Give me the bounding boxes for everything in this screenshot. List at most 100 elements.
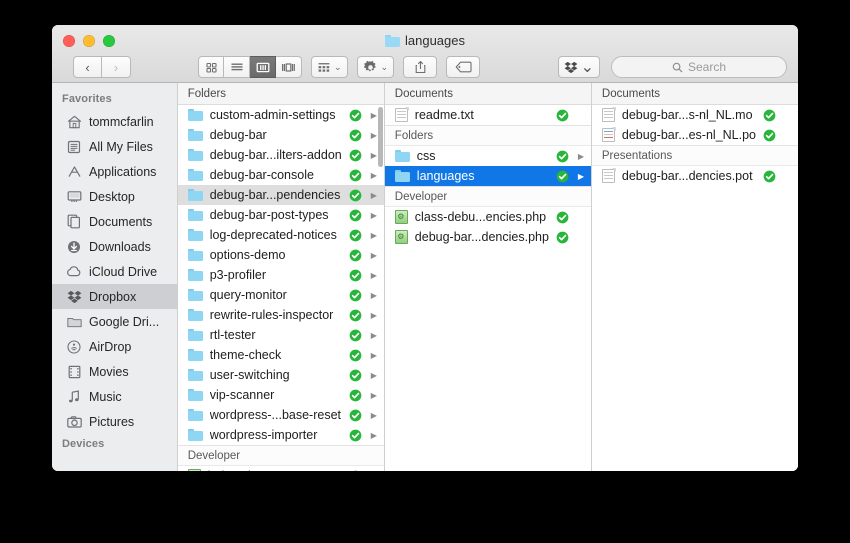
sidebar-item-google-dri[interactable]: Google Dri...	[52, 309, 177, 334]
sidebar-item-downloads[interactable]: Downloads	[52, 234, 177, 259]
disclosure-arrow-icon[interactable]: ▶	[369, 291, 379, 300]
movies-icon	[68, 365, 80, 378]
back-button[interactable]: ‹	[73, 56, 102, 78]
sidebar-item-label: Documents	[89, 214, 153, 229]
forward-button[interactable]: ›	[102, 56, 131, 78]
coverflow-view-button[interactable]	[276, 56, 302, 78]
disclosure-arrow-icon[interactable]: ▶	[369, 311, 379, 320]
disclosure-arrow-icon[interactable]: ▶	[576, 152, 586, 161]
sidebar-item-tommcfarlin[interactable]: tommcfarlin	[52, 109, 177, 134]
disclosure-arrow-icon[interactable]: ▶	[369, 331, 379, 340]
file-row[interactable]: debug-bar...s-nl_NL.mo	[592, 105, 798, 125]
sync-status-badge	[556, 231, 569, 244]
sidebar-item-dropbox[interactable]: Dropbox	[52, 284, 177, 309]
disclosure-arrow-icon[interactable]: ▶	[576, 172, 586, 181]
downloads-icon	[66, 239, 82, 255]
file-row[interactable]: debug-bar...es-nl_NL.po	[592, 125, 798, 145]
file-row[interactable]: log-deprecated-notices ▶	[178, 225, 384, 245]
sidebar-item-pictures[interactable]: Pictures	[52, 409, 177, 434]
file-name: vip-scanner	[209, 388, 275, 402]
airdrop-icon	[66, 339, 82, 355]
action-menu-button[interactable]: ⌄	[356, 56, 395, 78]
sync-status-badge	[349, 209, 362, 222]
sidebar-section-header: Favorites	[62, 93, 112, 105]
sidebar-item-music[interactable]: Music	[52, 384, 177, 409]
disclosure-arrow-icon[interactable]: ▶	[369, 191, 379, 200]
file-row[interactable]: ⚙ class-debu...encies.php	[385, 207, 591, 227]
disclosure-arrow-icon[interactable]: ▶	[369, 211, 379, 220]
file-row[interactable]: p3-profiler ▶	[178, 265, 384, 285]
view-mode-buttons	[198, 56, 302, 78]
file-row[interactable]: debug-bar-post-types ▶	[178, 205, 384, 225]
group-header-label: Developer	[394, 190, 448, 203]
sidebar[interactable]: Favorites tommcfarlin All My Files Applicat…	[52, 83, 178, 471]
file-row[interactable]: debug-bar-console ▶	[178, 165, 384, 185]
icloud-icon	[66, 264, 82, 280]
sidebar-item-airdrop[interactable]: AirDrop	[52, 334, 177, 359]
sidebar-item-all-my-files[interactable]: All My Files	[52, 134, 177, 159]
sync-status-badge	[556, 150, 569, 163]
file-row[interactable]: query-monitor ▶	[178, 285, 384, 305]
column-scrollbar[interactable]	[377, 107, 383, 167]
sidebar-item-icloud-drive[interactable]: iCloud Drive	[52, 259, 177, 284]
file-row[interactable]: debug-bar...pendencies ▶	[177, 185, 384, 205]
file-row[interactable]: custom-admin-settings ▶	[178, 105, 384, 125]
file-row[interactable]: options-demo ▶	[178, 245, 384, 265]
file-row[interactable]: rtl-tester ▶	[178, 325, 384, 345]
disclosure-arrow-icon[interactable]: ▶	[369, 411, 379, 420]
file-row[interactable]: debug-bar...ilters-addon ▶	[178, 145, 384, 165]
file-row[interactable]: languages ▶	[384, 166, 591, 186]
search-field[interactable]: Search	[611, 56, 787, 78]
file-name: query-monitor	[209, 288, 287, 302]
file-row[interactable]: rewrite-rules-inspector ▶	[178, 305, 384, 325]
disclosure-arrow-icon[interactable]: ▶	[369, 271, 379, 280]
desktop-icon	[66, 189, 82, 205]
disclosure-arrow-icon[interactable]: ▶	[369, 351, 379, 360]
list-view-button[interactable]	[224, 56, 250, 78]
disclosure-arrow-icon[interactable]: ▶	[369, 171, 379, 180]
file-name: user-switching	[209, 368, 290, 382]
file-row[interactable]: wordpress-importer ▶	[178, 425, 384, 445]
sidebar-item-desktop[interactable]: Desktop	[52, 184, 177, 209]
list-view-icon	[231, 63, 242, 70]
sync-check-icon	[763, 170, 776, 182]
arrange-by-button[interactable]: ⌄	[311, 56, 348, 78]
sidebar-item-label: Google Dri...	[89, 314, 160, 329]
sync-check-icon	[349, 409, 362, 421]
file-row[interactable]: ⚙ debug-bar...dencies.php	[385, 227, 591, 247]
disclosure-arrow-icon[interactable]: ▶	[369, 391, 379, 400]
file-row[interactable]: debug-bar...dencies.pot	[592, 166, 798, 186]
tag-button[interactable]	[446, 56, 481, 78]
file-row[interactable]: user-switching ▶	[178, 365, 384, 385]
disclosure-arrow-icon[interactable]: ▶	[369, 371, 379, 380]
browser-column-1[interactable]: Folders custom-admin-settings ▶ debug-bar ▶ d…	[177, 83, 385, 471]
sync-status-badge	[349, 169, 362, 182]
file-row[interactable]: ⚙ index.php	[178, 466, 384, 471]
browser-column-2[interactable]: Documents readme.txt Folders css ▶ languages ▶…	[384, 83, 592, 471]
file-row[interactable]: readme.txt	[385, 105, 591, 125]
file-row[interactable]: debug-bar ▶	[178, 125, 384, 145]
disclosure-arrow-icon[interactable]: ▶	[369, 231, 379, 240]
file-row[interactable]: wordpress-...base-reset ▶	[178, 405, 384, 425]
disclosure-arrow-icon[interactable]: ▶	[369, 251, 379, 260]
disclosure-arrow-icon[interactable]: ▶	[369, 431, 379, 440]
file-row[interactable]: theme-check ▶	[178, 345, 384, 365]
dropbox-menu-button[interactable]: ⌄	[557, 56, 600, 78]
file-row[interactable]: vip-scanner ▶	[178, 385, 384, 405]
sync-check-icon	[556, 170, 569, 182]
document-icon	[601, 168, 616, 183]
file-row[interactable]: css ▶	[385, 146, 591, 166]
share-button[interactable]	[403, 56, 438, 78]
sidebar-item-applications[interactable]: Applications	[52, 159, 177, 184]
column-view-button[interactable]	[250, 56, 276, 78]
group-header: Presentations	[591, 145, 798, 166]
file-name: p3-profiler	[209, 268, 266, 282]
icon-view-button[interactable]	[198, 56, 224, 78]
sync-status-badge	[763, 170, 776, 183]
chevron-down-icon: ⌄	[580, 59, 594, 76]
sync-check-icon	[349, 109, 362, 121]
browser-column-3[interactable]: Documents debug-bar...s-nl_NL.mo debug-bar…	[591, 83, 798, 471]
folder-icon	[187, 189, 203, 201]
sidebar-item-documents[interactable]: Documents	[52, 209, 177, 234]
sidebar-item-movies[interactable]: Movies	[52, 359, 177, 384]
